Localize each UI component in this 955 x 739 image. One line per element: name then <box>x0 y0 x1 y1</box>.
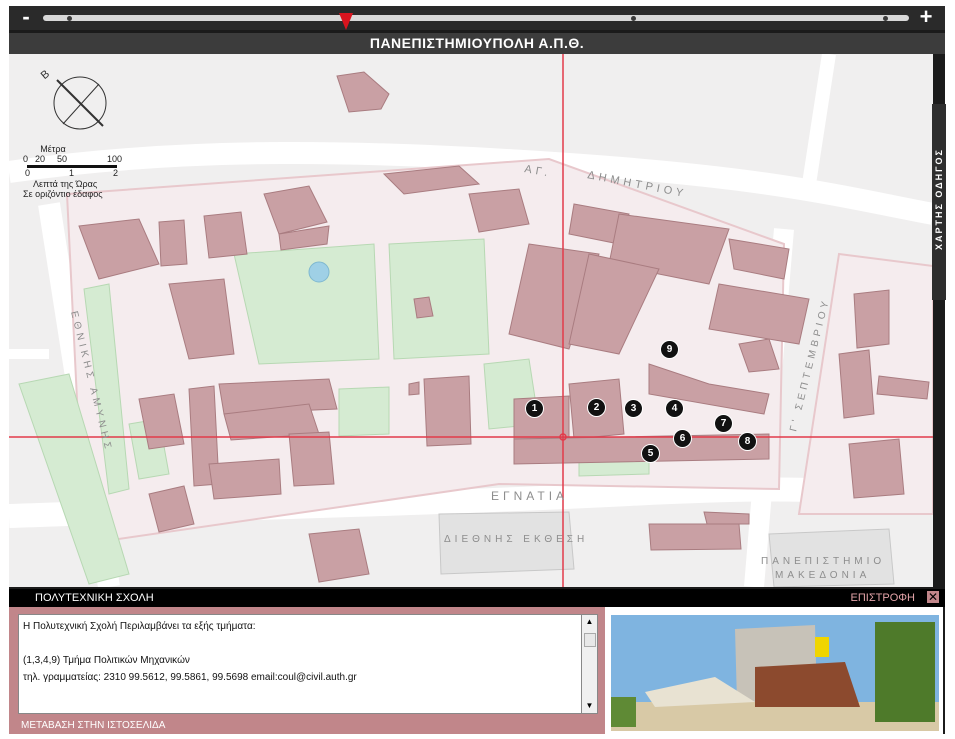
back-link[interactable]: ΕΠΙΣΤΡΟΦΗ <box>851 592 915 604</box>
scale-tick: 2 <box>113 168 119 178</box>
place-label: ΔΙΕΘΝΗΣ ΕΚΘΕΣΗ <box>444 534 588 545</box>
compass-icon: B <box>39 68 107 130</box>
scale-minutes-label: Λεπτά της Ώρας <box>33 179 98 189</box>
zoom-bar: - + <box>9 6 945 30</box>
scale-ground-label: Σε οριζόντιο έδαφος <box>23 189 103 199</box>
map-marker-7[interactable]: 7 <box>714 414 733 433</box>
zoom-slider-thumb[interactable] <box>339 13 354 30</box>
scale-tick: 0 <box>23 154 29 164</box>
map-marker-8[interactable]: 8 <box>738 432 757 451</box>
zoom-out-button[interactable]: - <box>15 6 37 30</box>
info-header: ΠΟΛΥΤΕΧΝΙΚΗ ΣΧΟΛΗ ΕΠΙΣΤΡΟΦΗ ✕ <box>9 589 945 607</box>
scale-tick: 50 <box>57 154 68 164</box>
building-photo <box>605 607 943 734</box>
page-title: ΠΑΝΕΠΙΣΤΗΜΙΟΥΠΟΛΗ Α.Π.Θ. <box>9 33 945 54</box>
compass-north-label: B <box>39 68 52 82</box>
guide-map-tab[interactable]: ΧΑΡΤΗΣ ΟΔΗΓΟΣ <box>932 104 946 300</box>
section-title: ΠΟΛΥΤΕΧΝΙΚΗ ΣΧΟΛΗ <box>35 592 154 604</box>
compass: B <box>37 62 117 132</box>
scale-tick: 20 <box>35 154 46 164</box>
scale-tick: 0 <box>25 168 31 178</box>
scale-tick: 1 <box>69 168 75 178</box>
guide-map-tab-label: ΧΑΡΤΗΣ ΟΔΗΓΟΣ <box>934 148 944 250</box>
scale-title: Μέτρα <box>40 144 66 154</box>
map-marker-5[interactable]: 5 <box>641 444 660 463</box>
place-label: ΜΑΚΕΔΟΝΙΑ <box>775 570 870 581</box>
map-marker-2[interactable]: 2 <box>587 398 606 417</box>
map-marker-3[interactable]: 3 <box>624 399 643 418</box>
place-label: ΠΑΝΕΠΙΣΤΗΜΙΟ <box>761 556 885 567</box>
info-text-box[interactable]: Η Πολυτεχνική Σχολή Περιλαμβάνει τα εξής… <box>18 614 584 714</box>
info-line: (1,3,4,9) Τμήμα Πολιτικών Μηχανικών <box>23 655 190 666</box>
website-link[interactable]: ΜΕΤΑΒΑΣΗ ΣΤΗΝ ΙΣΤΟΣΕΛΙΔΑ <box>21 720 165 731</box>
map-marker-6[interactable]: 6 <box>673 429 692 448</box>
scroll-down-icon[interactable]: ▼ <box>582 699 597 713</box>
scroll-up-icon[interactable]: ▲ <box>582 615 597 629</box>
map-svg: ΑΓ. ΔΗΜΗΤΡΙΟΥ ΕΓΝΑΤΙΑ ΕΘΝΙΚΗΣ ΑΜΥΝΗΣ Γ' … <box>9 54 933 587</box>
scale-minutes-ticks: 0 1 2 <box>23 168 123 179</box>
close-icon[interactable]: ✕ <box>927 591 939 603</box>
zoom-step-dot[interactable] <box>883 16 888 21</box>
scale-tick: 100 <box>107 154 123 164</box>
scroll-thumb[interactable] <box>584 633 596 647</box>
map-marker-4[interactable]: 4 <box>665 399 684 418</box>
scale-meters-ticks: 0 20 50 100 <box>23 154 123 165</box>
zoom-step-dot[interactable] <box>631 16 636 21</box>
info-line: Η Πολυτεχνική Σχολή Περιλαμβάνει τα εξής… <box>23 621 256 632</box>
info-scrollbar[interactable]: ▲ ▼ <box>581 614 598 714</box>
photo-image <box>611 615 939 731</box>
zoom-step-dot[interactable] <box>67 16 72 21</box>
map-canvas[interactable]: ΑΓ. ΔΗΜΗΤΡΙΟΥ ΕΓΝΑΤΙΑ ΕΘΝΙΚΗΣ ΑΜΥΝΗΣ Γ' … <box>9 54 933 587</box>
scale-bar: Μέτρα 0 20 50 100 0 1 2 Λεπτά της Ώρας Σ… <box>23 144 123 199</box>
map-marker-9[interactable]: 9 <box>660 340 679 359</box>
map-marker-1[interactable]: 1 <box>525 399 544 418</box>
zoom-slider-track[interactable] <box>43 15 909 21</box>
street-label: ΕΓΝΑΤΙΑ <box>491 489 568 503</box>
zoom-in-button[interactable]: + <box>915 6 937 30</box>
info-line: τηλ. γραμματείας: 2310 99.5612, 99.5861,… <box>23 672 357 683</box>
